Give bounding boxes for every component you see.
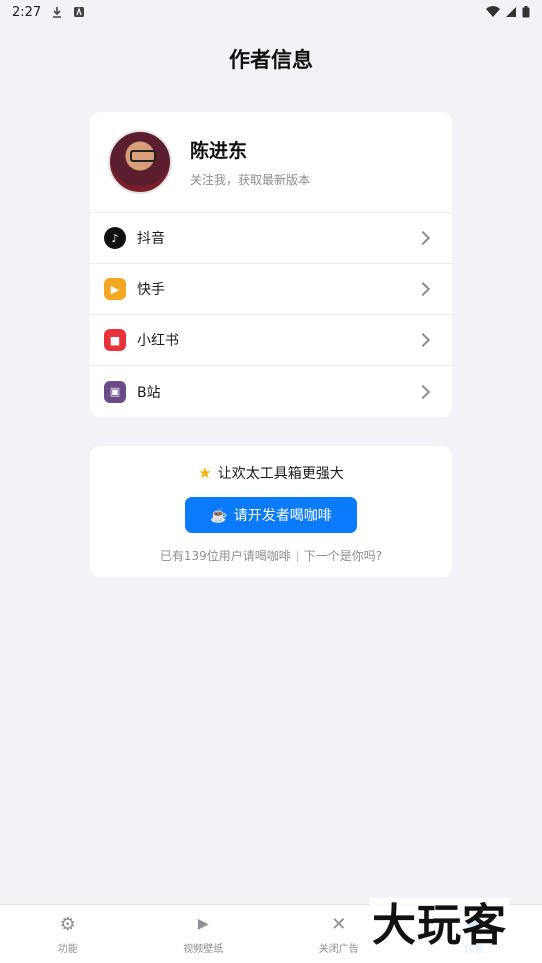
tab-label: 功能 <box>57 944 78 955</box>
tab-label: 视频壁纸 <box>183 944 224 955</box>
douyin-icon: ♪ <box>104 227 126 249</box>
coffee-prompt-text: 下一个是你吗? <box>303 549 383 563</box>
coffee-note: 已有139位用户请喝咖啡 下一个是你吗? <box>90 547 452 564</box>
social-link-douyin[interactable]: ♪ 抖音 <box>90 213 452 264</box>
chevron-right-icon <box>415 384 431 399</box>
tab-features[interactable]: ⚙ 功能 <box>0 905 136 963</box>
avatar <box>108 130 172 194</box>
app-notification-icon <box>74 7 85 17</box>
watermark: 大玩客 <box>370 898 509 954</box>
coffee-count-text: 已有139位用户请喝咖啡 <box>159 549 291 563</box>
download-icon <box>53 7 62 18</box>
divider <box>296 551 298 562</box>
coffee-title-row: ★ 让欢太工具箱更强大 <box>90 463 452 483</box>
social-label: 快手 <box>137 282 165 298</box>
signal-icon <box>506 7 516 17</box>
author-name: 陈进东 <box>190 140 248 162</box>
chevron-right-icon <box>415 281 431 297</box>
wifi-icon <box>486 6 500 18</box>
chevron-right-icon <box>415 230 431 246</box>
chevron-right-icon <box>415 332 431 348</box>
coffee-title: 让欢太工具箱更强大 <box>217 466 344 482</box>
gear-icon: ⚙ <box>59 913 76 935</box>
bilibili-icon: ▣ <box>104 380 126 403</box>
close-icon: ✕ <box>331 913 347 935</box>
social-label: 小红书 <box>137 333 179 349</box>
coffee-card: ★ 让欢太工具箱更强大 ☕ 请开发者喝咖啡 已有139位用户请喝咖啡 下一个是你吗… <box>90 446 452 577</box>
buy-coffee-label: 请开发者喝咖啡 <box>233 507 332 523</box>
social-label: B站 <box>137 384 161 401</box>
status-time: 2:27 <box>12 4 42 20</box>
page-title: 作者信息 <box>229 48 313 72</box>
status-bar: 2:27 <box>0 0 542 24</box>
social-link-bilibili[interactable]: ▣ B站 <box>90 366 452 417</box>
star-icon: ★ <box>198 464 212 482</box>
tab-label: 关闭广告 <box>318 944 359 955</box>
social-link-xiaohongshu[interactable]: ■ 小红书 <box>90 315 452 366</box>
social-link-kuaishou[interactable]: ▶ 快手 <box>90 264 452 315</box>
profile-header: 陈进东 关注我，获取最新版本 <box>90 112 452 213</box>
coffee-cup-icon: ☕ <box>210 506 228 523</box>
author-profile-card: 陈进东 关注我，获取最新版本 ♪ 抖音 ▶ 快手 ■ 小红书 ▣ B站 <box>90 112 452 417</box>
battery-icon <box>522 6 530 18</box>
social-label: 抖音 <box>137 231 165 247</box>
author-subtitle: 关注我，获取最新版本 <box>190 173 311 187</box>
buy-coffee-button[interactable]: ☕ 请开发者喝咖啡 <box>185 497 357 533</box>
play-icon: ▶ <box>197 916 209 932</box>
kuaishou-icon: ▶ <box>104 278 126 300</box>
tab-video-wallpaper[interactable]: ▶ 视频壁纸 <box>136 905 272 963</box>
xiaohongshu-icon: ■ <box>104 329 126 351</box>
